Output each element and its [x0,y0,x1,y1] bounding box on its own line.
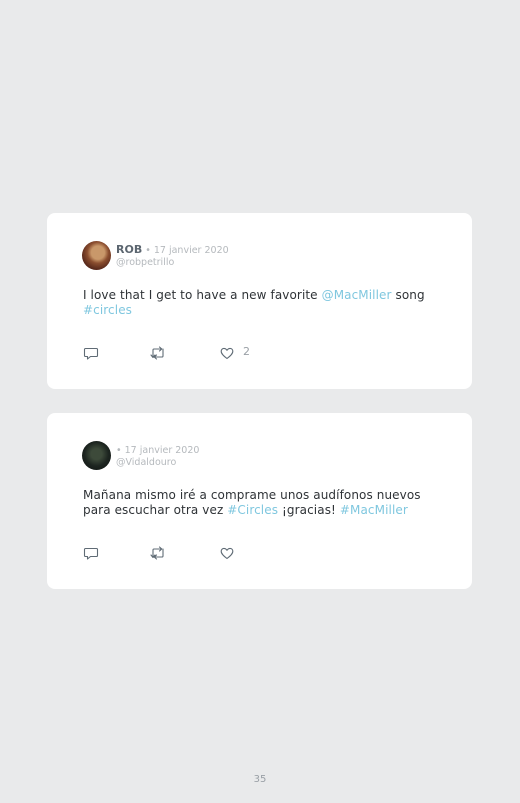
tweet-text-segment: song [391,288,425,302]
tweet-header: ROB • 17 janvier 2020 @robpetrillo [116,242,229,269]
tweet-actions [83,545,383,561]
page-number: 35 [253,774,267,785]
tweet-date[interactable]: • 17 janvier 2020 [116,445,199,456]
tweet-text: Mañana mismo iré a comprame unos audífon… [83,488,433,518]
reply-icon[interactable] [83,545,99,561]
author-handle[interactable]: @Vidaldouro [116,457,199,469]
retweet-icon[interactable] [149,545,167,561]
author-name[interactable]: ROB [116,243,142,256]
mention-link[interactable]: @MacMiller [322,288,392,302]
tweet-card: • 17 janvier 2020 @Vidaldouro Mañana mis… [47,413,472,589]
hashtag-link[interactable]: #circles [83,303,132,317]
tweet-header: • 17 janvier 2020 @Vidaldouro [116,442,199,469]
avatar[interactable] [82,241,111,270]
retweet-icon[interactable] [149,345,167,361]
heart-icon[interactable] [219,345,235,361]
hashtag-link[interactable]: #MacMiller [340,503,408,517]
heart-icon[interactable] [219,545,235,561]
tweet-date[interactable]: • 17 janvier 2020 [142,245,228,256]
avatar[interactable] [82,441,111,470]
tweet-card: ROB • 17 janvier 2020 @robpetrillo I lov… [47,213,472,389]
reply-icon[interactable] [83,345,99,361]
tweet-text-segment: ¡gracias! [278,503,340,517]
tweet-text-segment: I love that I get to have a new favorite [83,288,322,302]
hashtag-link[interactable]: #Circles [227,503,278,517]
author-handle[interactable]: @robpetrillo [116,257,229,269]
tweet-text: I love that I get to have a new favorite… [83,288,433,318]
tweet-actions: 2 [83,345,383,361]
like-count: 2 [243,345,250,358]
